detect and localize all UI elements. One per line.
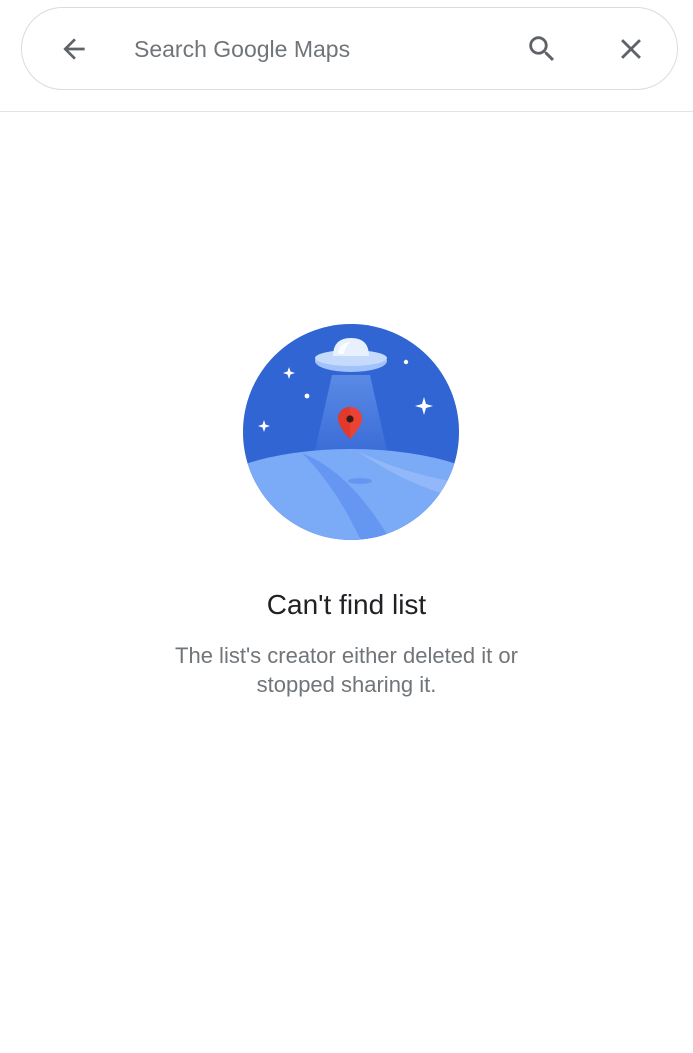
arrow-back-icon bbox=[63, 38, 85, 60]
search-button[interactable] bbox=[520, 27, 564, 71]
search-icon bbox=[529, 36, 555, 62]
close-icon bbox=[621, 39, 641, 59]
close-button[interactable] bbox=[609, 27, 653, 71]
empty-state-title: Can't find list bbox=[266, 589, 427, 620]
ufo-map-pin-illustration bbox=[242, 323, 460, 541]
back-button[interactable] bbox=[52, 27, 96, 71]
search-bar bbox=[21, 7, 678, 90]
maps-list-page: Can't find list The list's creator eithe… bbox=[0, 0, 693, 1053]
search-input[interactable] bbox=[134, 30, 504, 68]
empty-state-description: The list's creator either deleted it or … bbox=[175, 643, 518, 697]
search-header bbox=[0, 0, 693, 112]
